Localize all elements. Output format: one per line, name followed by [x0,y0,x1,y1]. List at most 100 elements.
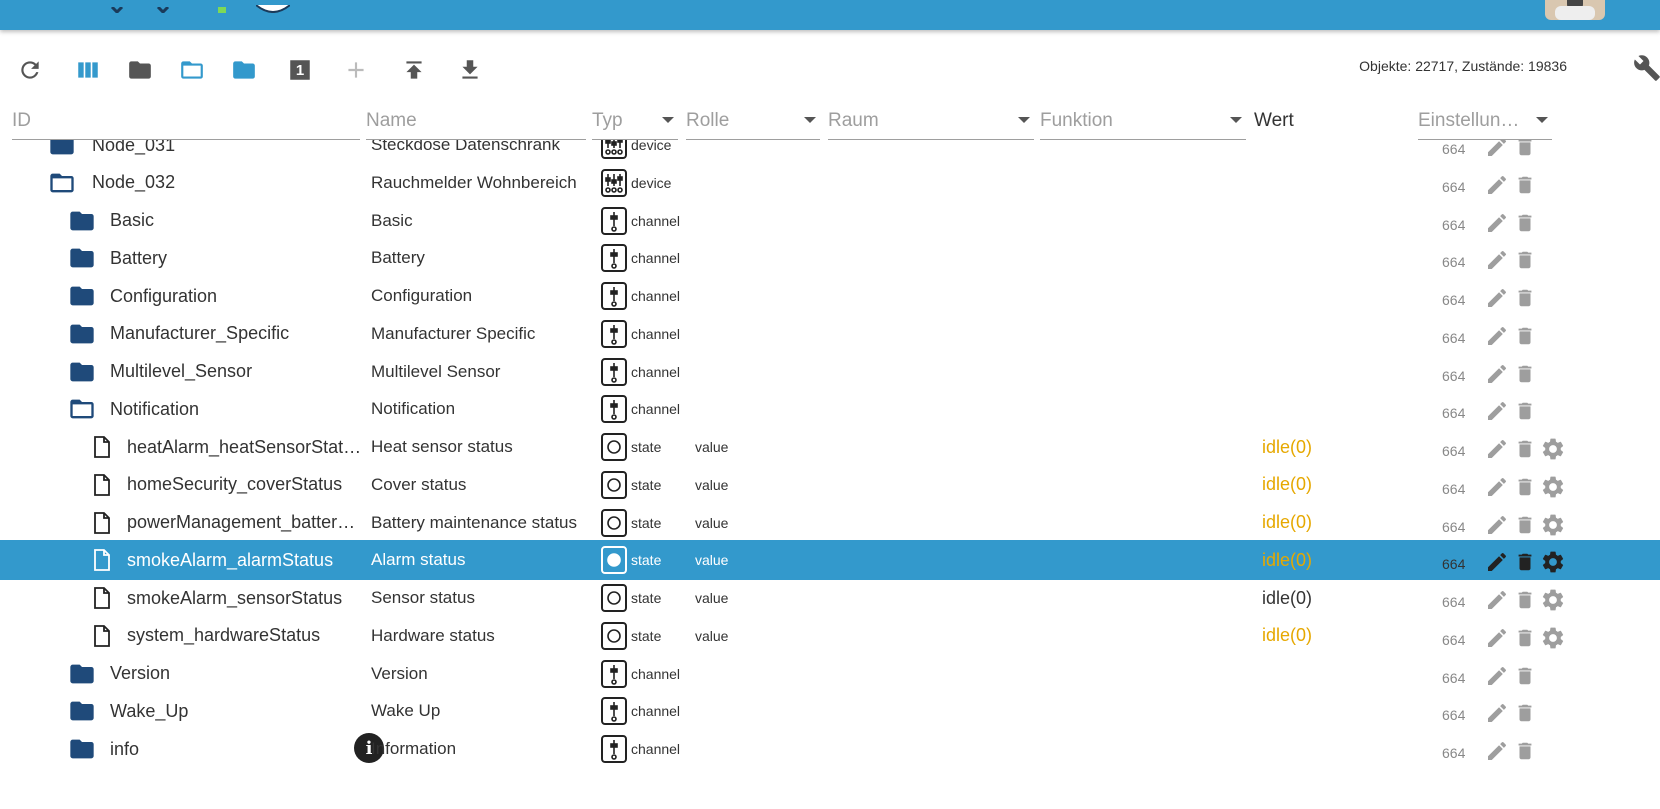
folder-open-icon[interactable] [46,163,78,203]
folder-icon[interactable] [66,729,98,769]
object-role[interactable]: value [695,552,728,568]
object-role[interactable]: value [695,628,728,644]
upload-button[interactable] [394,50,434,90]
edit-icon[interactable] [1485,140,1509,164]
delete-icon[interactable] [1514,550,1536,579]
folder-icon[interactable] [66,276,98,316]
delete-icon[interactable] [1514,664,1536,693]
object-name[interactable]: Alarm status [371,550,465,570]
delete-icon[interactable] [1514,140,1536,164]
object-name[interactable]: Hardware status [371,626,495,646]
column-header-funktion[interactable]: Funktion [1040,100,1246,140]
chevron-down-icon[interactable] [1536,117,1548,123]
delete-icon[interactable] [1514,513,1536,542]
column-header-raum[interactable]: Raum [828,100,1034,140]
gear-icon[interactable] [1540,625,1566,656]
table-row[interactable]: info i Information channel 664 [0,729,1660,769]
object-name[interactable]: Wake Up [371,701,440,721]
edit-icon[interactable] [1485,399,1509,428]
delete-icon[interactable] [1514,626,1536,655]
column-header-typ[interactable]: Typ [592,100,678,140]
table-row[interactable]: homeSecurity_coverStatus Cover status stat… [0,465,1660,505]
table-row[interactable]: heatAlarm_heatSensorStatus Heat sensor st… [0,427,1660,467]
download-button[interactable] [450,50,490,90]
delete-icon[interactable] [1514,399,1536,428]
delete-icon[interactable] [1514,739,1536,768]
edit-icon[interactable] [1485,286,1509,315]
object-value[interactable]: idle (0) [1262,427,1312,467]
file-icon[interactable] [92,616,112,656]
delete-icon[interactable] [1514,362,1536,391]
object-name[interactable]: Version [371,664,428,684]
chevron-down-icon[interactable] [1018,117,1030,123]
edit-icon[interactable] [1485,475,1509,504]
table-row[interactable]: smokeAlarm_alarmStatus Alarm status state v… [0,540,1660,581]
object-name[interactable]: Sensor status [371,588,475,608]
table-row[interactable]: Basic Basic channel 664 [0,201,1660,241]
chevron-down-icon[interactable] [156,0,170,18]
edit-icon[interactable] [1485,513,1509,542]
object-value[interactable]: idle (0) [1262,616,1312,656]
object-value[interactable]: idle (0) [1262,540,1312,580]
column-header-rolle[interactable]: Rolle [686,100,820,140]
object-name[interactable]: Heat sensor status [371,437,513,457]
columns-button[interactable] [68,50,108,90]
object-name[interactable]: Basic [371,211,413,231]
edit-icon[interactable] [1485,626,1509,655]
folder-open-icon[interactable] [66,389,98,429]
edit-icon[interactable] [1485,248,1509,277]
table-row[interactable]: Node_032 Rauchmelder Wohnbereich device 664 [0,163,1660,203]
object-name[interactable]: Rauchmelder Wohnbereich [371,173,577,193]
object-name[interactable]: Steckdose Datenschrank [371,140,560,155]
delete-icon[interactable] [1514,588,1536,617]
delete-icon[interactable] [1514,475,1536,504]
folder-button[interactable] [120,50,160,90]
logo-icon[interactable] [255,0,291,18]
delete-icon[interactable] [1514,437,1536,466]
table-row[interactable]: smokeAlarm_sensorStatus Sensor status stat… [0,578,1660,618]
edit-icon[interactable] [1485,588,1509,617]
number-one-button[interactable]: 1 [280,50,320,90]
edit-icon[interactable] [1485,211,1509,240]
table-row[interactable]: powerManagement_batter… Battery maintenan… [0,503,1660,543]
object-value[interactable]: idle (0) [1262,465,1312,505]
column-header-name[interactable]: Name [366,100,586,140]
chevron-down-icon[interactable] [662,117,674,123]
delete-icon[interactable] [1514,211,1536,240]
table-row[interactable]: Battery Battery channel 664 [0,238,1660,278]
table-row[interactable]: Wake_Up Wake Up channel 664 [0,691,1660,731]
table-row[interactable]: system_hardwareStatus Hardware status stat… [0,616,1660,656]
edit-icon[interactable] [1485,664,1509,693]
table-row[interactable]: Multilevel_Sensor Multilevel Sensor channe… [0,352,1660,392]
folder-open-button[interactable] [172,50,212,90]
edit-icon[interactable] [1485,173,1509,202]
gear-icon[interactable] [1540,436,1566,467]
table-row[interactable]: Manufacturer_Specific Manufacturer Specif… [0,314,1660,354]
folder-icon[interactable] [66,201,98,241]
delete-icon[interactable] [1514,701,1536,730]
file-icon[interactable] [92,427,112,467]
column-header-id[interactable]: ID [12,100,360,140]
object-value[interactable]: idle (0) [1262,578,1312,618]
delete-icon[interactable] [1514,173,1536,202]
delete-icon[interactable] [1514,324,1536,353]
folder-icon[interactable] [66,352,98,392]
edit-icon[interactable] [1485,739,1509,768]
edit-icon[interactable] [1485,701,1509,730]
folder-icon[interactable] [66,691,98,731]
table-row[interactable]: Node_031 Steckdose Datenschrank device 664 [0,140,1660,165]
object-name[interactable]: Configuration [371,286,472,306]
table-row[interactable]: Version Version channel 664 [0,654,1660,694]
delete-icon[interactable] [1514,248,1536,277]
file-icon[interactable] [92,540,112,580]
object-role[interactable]: value [695,477,728,493]
refresh-button[interactable] [10,50,50,90]
object-name[interactable]: Notification [371,399,455,419]
file-icon[interactable] [92,578,112,618]
avatar[interactable] [1545,0,1605,20]
gear-icon[interactable] [1540,587,1566,618]
folder-icon[interactable] [46,140,78,165]
object-role[interactable]: value [695,439,728,455]
object-role[interactable]: value [695,515,728,531]
edit-icon[interactable] [1485,550,1509,579]
